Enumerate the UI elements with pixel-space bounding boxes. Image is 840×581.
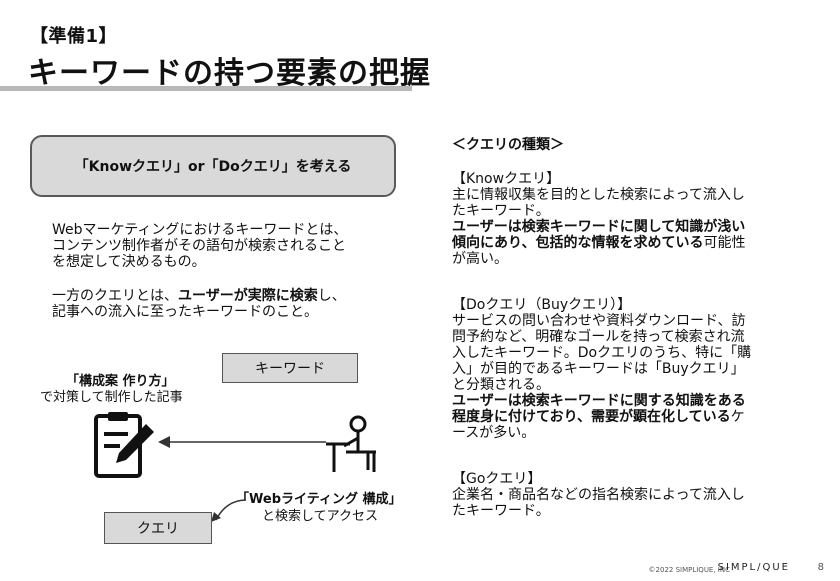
article-caption: で対策して制作した記事 — [40, 390, 183, 405]
go-query-title: 【Goクエリ】 — [452, 471, 542, 487]
do-query-emphasis: ユーザーは検索キーワードに関する知識をある 程度身に付けており、需要が顕在化して… — [452, 393, 746, 425]
know-query-desc: 主に情報収集を目的とした検索によって流入し たキーワード。 ユーザーは検索キーワ… — [452, 187, 782, 267]
arrow-left-icon — [158, 436, 326, 448]
query-type-callout: 「Knowクエリ」or「Doクエリ」を考える — [30, 135, 396, 197]
page-number: 8 — [817, 562, 824, 573]
query-types-heading: ＜クエリの種類＞ — [452, 137, 564, 153]
person-at-desk-icon — [326, 415, 376, 472]
keyword-definition: Webマーケティングにおけるキーワードとは、 コンテンツ制作者がその語句が検索さ… — [52, 222, 348, 270]
know-query-emphasis: ユーザーは検索キーワードに関して知識が浅い 傾向にあり、包括的な情報を求めている — [452, 219, 746, 251]
query-def-emphasis: ユーザーが実際に検索 — [178, 288, 318, 304]
query-def-part1: 一方のクエリとは、 — [52, 288, 178, 304]
query-definition: 一方のクエリとは、ユーザーが実際に検索し、 記事への流入に至ったキーワードのこと… — [52, 288, 412, 320]
company-logo: SIMPL/QUE — [717, 562, 790, 573]
do-query-body: サービスの問い合わせや資料ダウンロード、訪 問予約など、明確なゴールを持って検索… — [452, 313, 752, 393]
title-underline — [0, 86, 412, 91]
keyword-box: キーワード — [222, 353, 358, 383]
clipboard-pen-icon — [94, 412, 154, 478]
do-query-title: 【Doクエリ（Buyクエリ）】 — [452, 297, 632, 313]
query-box: クエリ — [104, 512, 212, 544]
query-types-panel: ＜クエリの種類＞ 【Knowクエリ】 主に情報収集を目的とした検索によって流入し… — [452, 137, 782, 519]
know-query-body: 主に情報収集を目的とした検索によって流入し たキーワード。 — [452, 187, 745, 219]
curved-arrow-icon — [211, 499, 247, 522]
search-caption: と検索してアクセス — [262, 509, 378, 524]
do-query-desc: サービスの問い合わせや資料ダウンロード、訪 問予約など、明確なゴールを持って検索… — [452, 313, 782, 441]
section-label: 【準備1】 — [30, 26, 118, 47]
go-query-desc: 企業名・商品名などの指名検索によって流入し たキーワード。 — [452, 487, 745, 519]
know-query-title: 【Knowクエリ】 — [452, 171, 561, 187]
